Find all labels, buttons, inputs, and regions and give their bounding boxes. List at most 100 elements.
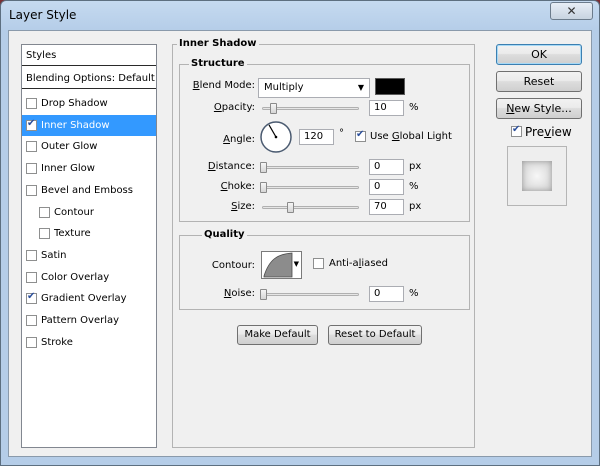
global-light-label: Use Global Light	[370, 131, 452, 142]
checkmark-icon: ✔	[27, 117, 36, 129]
anti-aliased-label: Anti-aliased	[329, 258, 389, 269]
style-item-label: Pattern Overlay	[41, 315, 120, 326]
structure-title: Structure	[189, 58, 247, 69]
size-slider-handle[interactable]	[286, 202, 294, 213]
style-item-pattern-overlay[interactable]: Pattern Overlay	[22, 310, 156, 331]
style-item-label: Inner Glow	[41, 163, 95, 175]
noise-input[interactable]: 0	[369, 286, 404, 302]
preview-label: Preview	[525, 125, 572, 139]
blending-options-item[interactable]: Blending Options: Default	[22, 68, 156, 89]
close-button[interactable]: ✕	[550, 2, 593, 20]
blend-mode-value: Multiply	[264, 82, 304, 93]
style-item-texture[interactable]: Texture	[22, 223, 156, 244]
chevron-down-icon: ▼	[293, 260, 299, 268]
structure-group: Structure Blend Mode: Multiply ▼ Opacity…	[179, 58, 470, 222]
angle-dial[interactable]	[259, 120, 293, 154]
style-item-label: Stroke	[41, 336, 73, 348]
dialog-title: Layer Style	[9, 8, 77, 22]
inner-shadow-group: Inner Shadow Structure Blend Mode: Multi…	[172, 38, 475, 448]
style-item-drop-shadow[interactable]: Drop Shadow	[22, 93, 156, 114]
size-unit: px	[409, 201, 422, 212]
style-item-gradient-overlay[interactable]: ✔ Gradient Overlay	[22, 288, 156, 309]
quality-title: Quality	[202, 229, 247, 240]
style-checkbox[interactable]	[39, 206, 50, 218]
angle-input[interactable]: 120	[299, 129, 334, 145]
style-checkbox[interactable]	[39, 228, 50, 240]
style-item-inner-shadow[interactable]: ✔ Inner Shadow	[22, 114, 156, 136]
quality-group: Quality Contour: ▼ Anti-aliased Noise: 0	[179, 229, 470, 310]
choke-unit: %	[409, 181, 419, 192]
blend-mode-select[interactable]: Multiply ▼	[258, 78, 370, 98]
style-item-label: Contour	[54, 206, 94, 218]
styles-header[interactable]: Styles	[22, 45, 156, 66]
contour-curve-icon	[263, 252, 293, 278]
shadow-color-swatch[interactable]	[375, 78, 405, 95]
style-preview-thumbnail	[507, 146, 567, 206]
style-item-stroke[interactable]: Stroke	[22, 332, 156, 353]
preview-checkbox[interactable]: ✔	[511, 124, 522, 137]
opacity-unit: %	[409, 102, 419, 113]
style-checkbox[interactable]: ✔	[26, 117, 37, 131]
opacity-slider-handle[interactable]	[269, 103, 277, 114]
reset-to-default-button[interactable]: Reset to Default	[328, 325, 422, 345]
angle-unit: °	[339, 128, 344, 139]
style-item-contour[interactable]: Contour	[22, 202, 156, 223]
opacity-input[interactable]: 10	[369, 100, 404, 116]
contour-picker[interactable]: ▼	[261, 251, 302, 279]
style-item-label: Gradient Overlay	[41, 293, 127, 305]
blending-options-label: Blending Options: Default	[26, 73, 155, 84]
opacity-slider-track[interactable]	[262, 107, 359, 110]
style-checkbox[interactable]: ✔	[26, 291, 37, 305]
checkmark-icon: ✔	[356, 129, 365, 140]
reset-button[interactable]: Reset	[496, 71, 582, 92]
angle-label: Angle:	[223, 134, 255, 145]
opacity-label: Opacity:	[213, 102, 255, 113]
noise-slider-track[interactable]	[262, 293, 359, 296]
new-style-button[interactable]: New Style...	[496, 98, 582, 119]
style-item-label: Color Overlay	[41, 271, 110, 283]
style-item-satin[interactable]: Satin	[22, 245, 156, 266]
style-checkbox[interactable]	[26, 184, 37, 196]
choke-slider-handle[interactable]	[260, 182, 267, 193]
style-item-label: Drop Shadow	[41, 98, 108, 109]
global-light-checkbox[interactable]: ✔	[355, 129, 366, 142]
size-input[interactable]: 70	[369, 199, 404, 215]
style-item-color-overlay[interactable]: Color Overlay	[22, 267, 156, 288]
style-checkbox[interactable]	[26, 271, 37, 283]
size-slider-track[interactable]	[262, 206, 359, 209]
style-checkbox[interactable]	[26, 249, 37, 261]
checkmark-icon: ✔	[512, 124, 521, 135]
choke-label: Choke:	[220, 181, 255, 192]
noise-slider-handle[interactable]	[260, 289, 267, 300]
styles-header-label: Styles	[26, 50, 57, 61]
distance-input[interactable]: 0	[369, 159, 404, 175]
distance-slider-track[interactable]	[262, 166, 359, 169]
noise-label: Noise:	[223, 288, 255, 299]
style-checkbox[interactable]	[26, 98, 37, 109]
style-checkbox[interactable]	[26, 163, 37, 175]
distance-unit: px	[409, 161, 422, 172]
style-item-bevel-and-emboss[interactable]: Bevel and Emboss	[22, 180, 156, 201]
choke-input[interactable]: 0	[369, 179, 404, 195]
inner-shadow-title: Inner Shadow	[177, 38, 259, 49]
styles-list: Styles Blending Options: Default Drop Sh…	[21, 44, 157, 448]
style-item-label: Satin	[41, 249, 67, 261]
anti-aliased-checkbox[interactable]	[313, 258, 324, 269]
style-checkbox[interactable]	[26, 315, 37, 326]
ok-button[interactable]: OK	[496, 44, 582, 65]
checkmark-icon: ✔	[27, 291, 36, 303]
style-checkbox[interactable]	[26, 141, 37, 153]
dialog-client-area: Styles Blending Options: Default Drop Sh…	[8, 30, 592, 457]
window-background: Layer Style ✕ Styles Blending Options: D…	[0, 0, 600, 466]
make-default-button[interactable]: Make Default	[237, 325, 318, 345]
style-checkbox[interactable]	[26, 336, 37, 348]
style-item-label: Inner Shadow	[41, 119, 110, 131]
style-item-inner-glow[interactable]: Inner Glow	[22, 158, 156, 179]
size-label: Size:	[231, 201, 255, 212]
title-bar[interactable]: Layer Style ✕	[1, 1, 599, 29]
style-item-outer-glow[interactable]: Outer Glow	[22, 136, 156, 157]
distance-label: Distance:	[207, 161, 255, 172]
distance-slider-handle[interactable]	[260, 162, 267, 173]
style-item-label: Texture	[54, 228, 91, 240]
choke-slider-track[interactable]	[262, 186, 359, 189]
